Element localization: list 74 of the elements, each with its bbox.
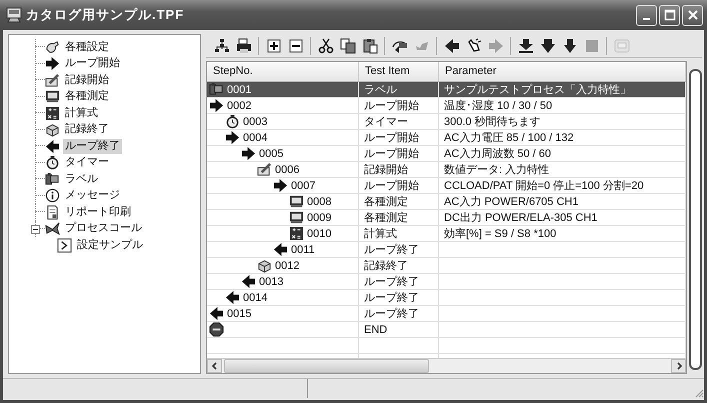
- table-row[interactable]: END: [207, 322, 686, 338]
- test-item: 記録開始: [364, 162, 408, 176]
- step-number: 0005: [259, 146, 284, 160]
- parameter-text: 効率[%] = S9 / S8 *100: [444, 226, 556, 240]
- tree-item[interactable]: リポート印刷: [63, 204, 133, 220]
- table-row[interactable]: 0015 ループ終了: [207, 306, 686, 322]
- table-row[interactable]: 0011 ループ終了: [207, 242, 686, 258]
- tree-item[interactable]: 記録終了: [63, 122, 111, 138]
- step-number: 0008: [307, 194, 332, 208]
- tree-item[interactable]: 記録開始: [63, 72, 111, 88]
- column-header[interactable]: Test Item: [359, 62, 439, 81]
- step-number: 0011: [291, 242, 315, 256]
- window-title: カタログ用サンプル.TPF: [26, 6, 186, 24]
- tree-item[interactable]: プロセスコール: [63, 221, 144, 236]
- parameter-text: CCLOAD/PAT 開始=0 停止=100 分割=20: [444, 178, 644, 192]
- table-row[interactable]: 0007 ループ開始 CCLOAD/PAT 開始=0 停止=100 分割=20: [207, 178, 686, 194]
- tree-item[interactable]: タイマー: [63, 155, 111, 170]
- test-item: 記録終了: [364, 258, 408, 272]
- test-item: ループ開始: [364, 130, 419, 144]
- test-item: ループ終了: [364, 274, 419, 288]
- table-row[interactable]: 0012 記録終了: [207, 258, 686, 274]
- table-row[interactable]: 0013 ループ終了: [207, 274, 686, 290]
- parameter-text: AC入力周波数 50 / 60: [444, 146, 551, 160]
- column-header[interactable]: StepNo.: [207, 62, 359, 81]
- table-row[interactable]: 0005 ループ開始 AC入力周波数 50 / 60: [207, 146, 686, 162]
- table-row[interactable]: 0010 計算式 効率[%] = S9 / S8 *100: [207, 226, 686, 242]
- step-number: 0015: [227, 306, 252, 320]
- test-item: 計算式: [364, 226, 397, 240]
- column-header[interactable]: Parameter: [439, 62, 686, 81]
- step-number: 0013: [259, 274, 284, 288]
- tree-item[interactable]: ループ開始: [63, 56, 122, 72]
- step-number: 0010: [307, 226, 332, 240]
- step-number: 0009: [307, 210, 332, 224]
- parameter-text: 300.0 秒間待ちます: [444, 114, 541, 128]
- tree-item[interactable]: 各種測定: [63, 89, 111, 104]
- test-item: ループ開始: [364, 178, 419, 192]
- tree-item[interactable]: メッセージ: [63, 188, 122, 204]
- test-item: ループ終了: [364, 242, 419, 256]
- table-row[interactable]: 0004 ループ開始 AC入力電圧 85 / 100 / 132: [207, 130, 686, 146]
- test-item: ループ終了: [364, 306, 419, 320]
- test-item: 各種測定: [364, 194, 408, 208]
- step-number: 0014: [243, 290, 268, 304]
- table-row[interactable]: 0002 ループ開始 温度･湿度 10 / 30 / 50: [207, 98, 686, 114]
- step-number: 0003: [243, 114, 268, 128]
- step-number: 0007: [291, 178, 316, 192]
- test-item: END: [364, 322, 388, 336]
- tree-item[interactable]: ラベル: [63, 172, 100, 187]
- parameter-text: サンプルテストプロセス「入力特性」: [444, 82, 631, 96]
- table-row[interactable]: 0014 ループ終了: [207, 290, 686, 306]
- table-row[interactable]: 0008 各種測定 AC入力 POWER/6705 CH1: [207, 194, 686, 210]
- step-number: 0004: [243, 130, 268, 144]
- test-item: 各種測定: [364, 210, 408, 224]
- tree-item[interactable]: 計算式: [63, 106, 100, 121]
- selected-row[interactable]: 0001 ラベル サンプルテストプロセス「入力特性」: [207, 82, 686, 98]
- table-row[interactable]: 0009 各種測定 DC出力 POWER/ELA-305 CH1: [207, 210, 686, 226]
- step-number: 0012: [275, 258, 300, 272]
- test-item: ループ開始: [364, 146, 419, 160]
- test-item: ループ終了: [364, 290, 419, 304]
- tree-item[interactable]: 設定サンプル: [75, 238, 145, 253]
- parameter-text: AC入力 POWER/6705 CH1: [444, 194, 578, 208]
- test-item: ラベル: [364, 82, 397, 96]
- test-item: ループ開始: [364, 98, 419, 112]
- test-item: タイマー: [364, 114, 408, 128]
- parameter-text: 温度･湿度 10 / 30 / 50: [444, 98, 552, 112]
- parameter-text: AC入力電圧 85 / 100 / 132: [444, 130, 574, 144]
- tree-item[interactable]: ループ終了: [63, 138, 122, 154]
- table-row[interactable]: 0006 記録開始 数値データ: 入力特性: [207, 162, 686, 178]
- step-number: 0001: [227, 82, 252, 96]
- parameter-text: DC出力 POWER/ELA-305 CH1: [444, 210, 598, 224]
- tree-item[interactable]: 各種設定: [63, 40, 111, 55]
- step-number: 0006: [275, 162, 300, 176]
- step-number: 0002: [227, 98, 252, 112]
- parameter-text: 数値データ: 入力特性: [444, 162, 550, 176]
- table-row[interactable]: 0003 タイマー 300.0 秒間待ちます: [207, 114, 686, 130]
